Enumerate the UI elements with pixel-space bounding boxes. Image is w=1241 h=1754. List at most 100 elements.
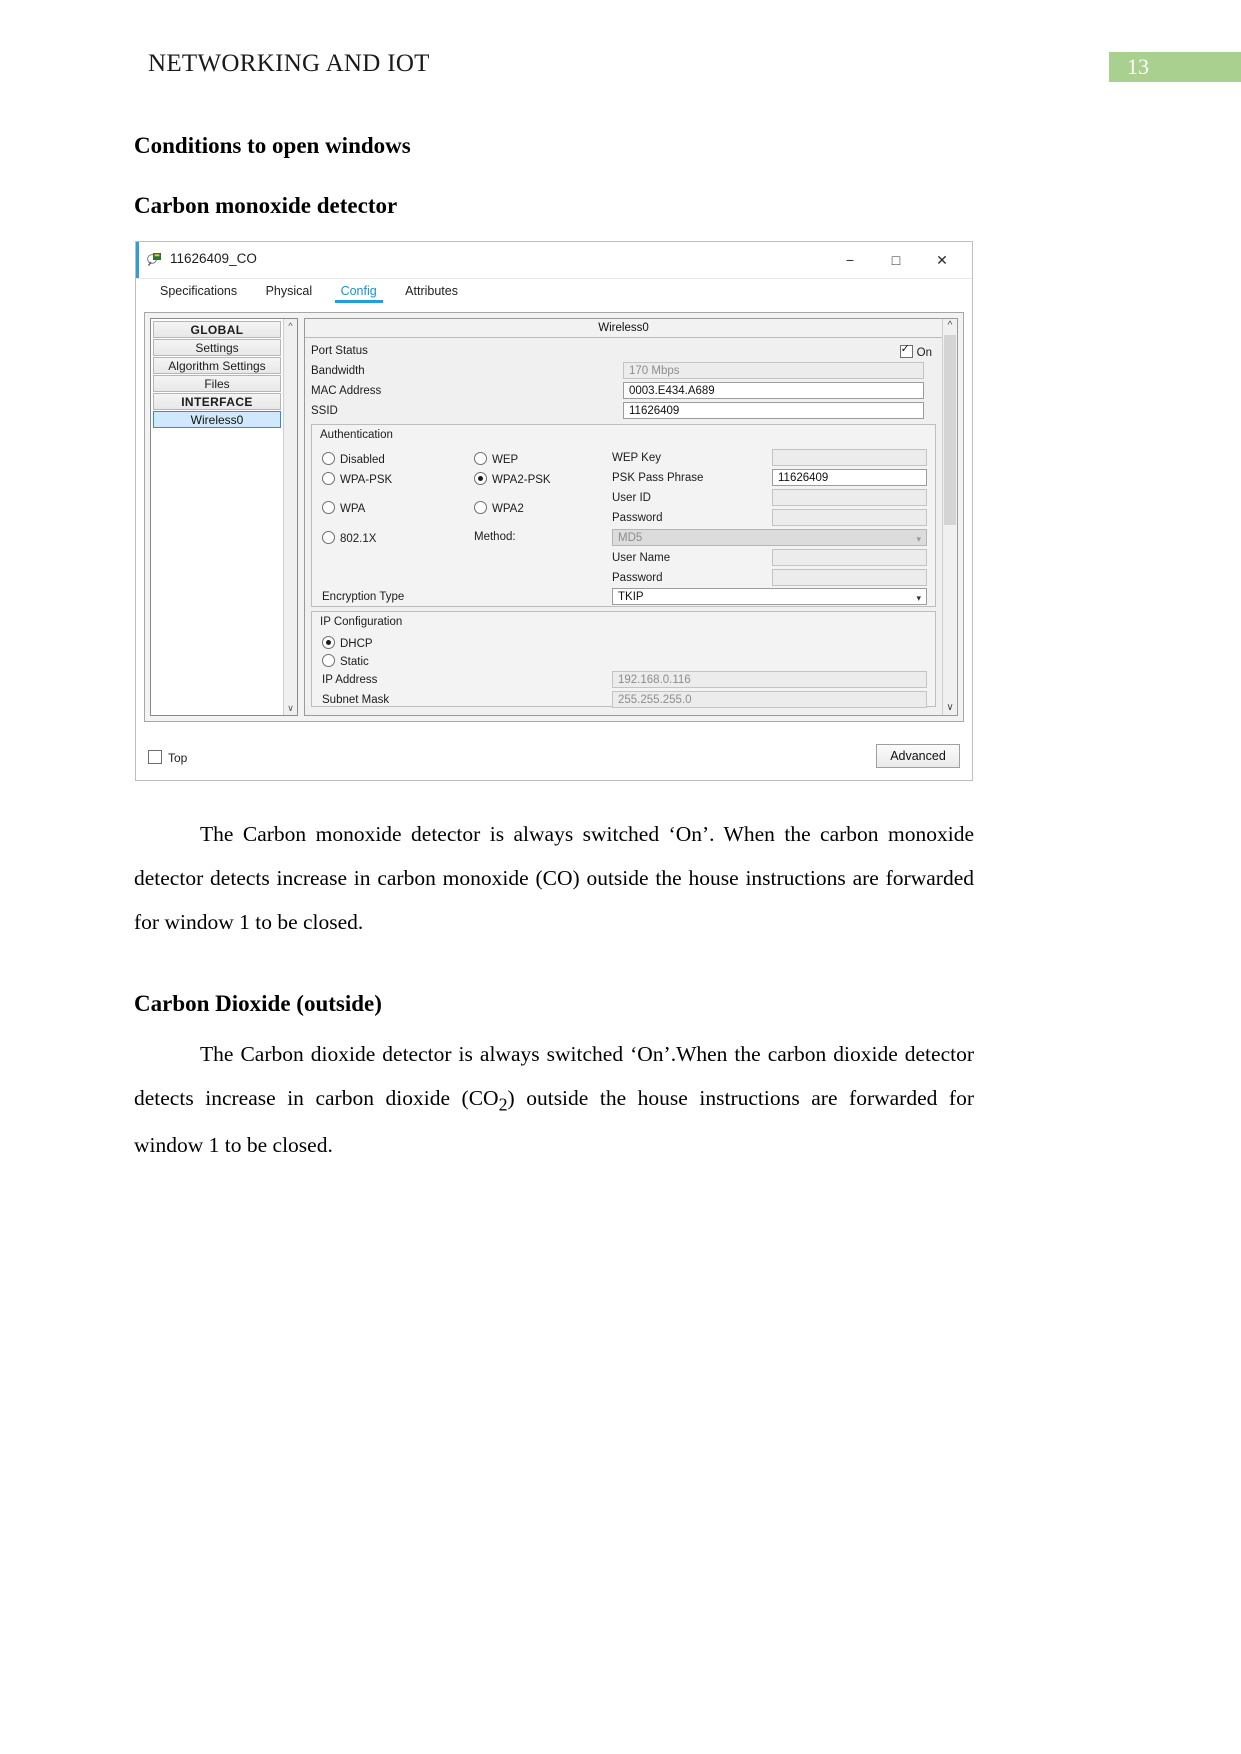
radio-8021x-label: 802.1X bbox=[340, 533, 377, 545]
chevron-up-icon[interactable]: ^ bbox=[284, 320, 297, 332]
label-subnet-mask: Subnet Mask bbox=[322, 694, 390, 706]
radio-wpa2-psk[interactable]: WPA2-PSK bbox=[474, 472, 551, 486]
panel-header-wireless0: Wireless0 bbox=[305, 319, 942, 338]
tab-physical[interactable]: Physical bbox=[254, 279, 325, 301]
subheading-carbon-monoxide: Carbon monoxide detector bbox=[134, 193, 398, 218]
tab-config[interactable]: Config bbox=[329, 279, 389, 303]
ip-configuration-group: IP Configuration DHCP Static IP Address … bbox=[311, 611, 936, 708]
radio-icon-selected bbox=[322, 636, 335, 649]
radio-icon bbox=[322, 531, 335, 544]
label-bandwidth: Bandwidth bbox=[311, 365, 365, 377]
method-dropdown[interactable]: MD5 ▾ bbox=[612, 529, 927, 546]
method-dropdown-value: MD5 bbox=[618, 532, 643, 544]
row-mac-address: MAC Address 0003.E434.A689 bbox=[305, 382, 942, 402]
radio-wpa2[interactable]: WPA2 bbox=[474, 501, 524, 515]
chevron-down-icon[interactable]: ∨ bbox=[943, 701, 957, 715]
mac-address-input[interactable]: 0003.E434.A689 bbox=[623, 382, 924, 399]
page-title: Conditions to open windows bbox=[134, 133, 411, 158]
co2-subscript: 2 bbox=[498, 1094, 508, 1115]
label-wep-key: WEP Key bbox=[612, 452, 661, 464]
radio-wep[interactable]: WEP bbox=[474, 452, 518, 466]
subheading-carbon-dioxide: Carbon Dioxide (outside) bbox=[134, 991, 382, 1016]
interface-settings-panel: Wireless0 Port Status On Bandwidth 170 M… bbox=[304, 318, 958, 716]
paragraph-carbon-dioxide-block: The Carbon dioxide detector is always sw… bbox=[134, 1032, 974, 1167]
section-heading-block: Conditions to open windows bbox=[134, 132, 979, 160]
packet-tracer-icon bbox=[147, 251, 163, 267]
label-password-eap: Password bbox=[612, 572, 663, 584]
sidebar-group-global: GLOBAL bbox=[153, 321, 281, 338]
window-footer: Top Advanced bbox=[144, 742, 964, 774]
label-ip-address: IP Address bbox=[322, 674, 378, 686]
chevron-down-icon[interactable]: ∨ bbox=[284, 702, 297, 714]
authentication-group: Authentication Disabled WEP WPA-PSK WPA2… bbox=[311, 424, 936, 607]
subnet-mask-input[interactable]: 255.255.255.0 bbox=[612, 691, 927, 708]
row-bandwidth: Bandwidth 170 Mbps bbox=[305, 362, 942, 382]
advanced-button[interactable]: Advanced bbox=[876, 744, 960, 768]
window-title: 11626409_CO bbox=[170, 251, 257, 266]
top-checkbox-label: Top bbox=[168, 751, 188, 765]
checkbox-icon bbox=[899, 342, 913, 358]
user-name-input[interactable] bbox=[772, 549, 927, 566]
radio-wpa2-psk-label: WPA2-PSK bbox=[492, 474, 551, 486]
label-user-id: User ID bbox=[612, 492, 651, 504]
radio-icon bbox=[474, 452, 487, 465]
scrollbar-thumb[interactable] bbox=[944, 335, 956, 525]
panel-scrollbar[interactable]: ^ ∨ bbox=[942, 319, 957, 715]
minimize-button[interactable]: − bbox=[828, 242, 872, 278]
radio-8021x[interactable]: 802.1X bbox=[322, 531, 376, 545]
radio-static[interactable]: Static bbox=[322, 654, 369, 668]
port-status-on-checkbox[interactable]: On bbox=[899, 342, 932, 359]
ip-address-input[interactable]: 192.168.0.116 bbox=[612, 671, 927, 688]
user-id-input[interactable] bbox=[772, 489, 927, 506]
sidebar-item-wireless0[interactable]: Wireless0 bbox=[153, 411, 281, 428]
packet-tracer-window: 11626409_CO − □ ✕ Specifications Physica… bbox=[135, 241, 973, 781]
label-psk-pass-phrase: PSK Pass Phrase bbox=[612, 472, 704, 484]
radio-icon-selected bbox=[474, 472, 487, 485]
radio-dhcp-label: DHCP bbox=[340, 638, 373, 650]
radio-wpa-label: WPA bbox=[340, 503, 366, 515]
radio-wpa[interactable]: WPA bbox=[322, 501, 365, 515]
interface-settings-content: Wireless0 Port Status On Bandwidth 170 M… bbox=[305, 319, 942, 715]
label-user-name: User Name bbox=[612, 552, 671, 564]
radio-icon bbox=[322, 472, 335, 485]
sidebar-item-settings[interactable]: Settings bbox=[153, 339, 281, 356]
label-mac-address: MAC Address bbox=[311, 385, 382, 397]
radio-wpa2-label: WPA2 bbox=[492, 503, 524, 515]
radio-disabled-label: Disabled bbox=[340, 454, 385, 466]
chevron-up-icon[interactable]: ^ bbox=[943, 319, 957, 333]
ssid-input[interactable]: 11626409 bbox=[623, 402, 924, 419]
radio-wpa-psk[interactable]: WPA-PSK bbox=[322, 472, 392, 486]
label-port-status: Port Status bbox=[311, 345, 368, 357]
sidebar-item-files[interactable]: Files bbox=[153, 375, 281, 392]
wep-key-input[interactable] bbox=[772, 449, 927, 466]
psk-pass-phrase-input[interactable]: 11626409 bbox=[772, 469, 927, 486]
radio-wep-label: WEP bbox=[492, 454, 519, 466]
top-checkbox[interactable]: Top bbox=[148, 750, 187, 765]
chevron-down-icon: ▾ bbox=[916, 534, 921, 544]
subsection-heading-block-2: Carbon Dioxide (outside) bbox=[134, 990, 979, 1018]
radio-icon bbox=[322, 501, 335, 514]
radio-disabled[interactable]: Disabled bbox=[322, 452, 385, 466]
config-sidebar: GLOBAL Settings Algorithm Settings Files… bbox=[150, 318, 298, 716]
row-port-status: Port Status On bbox=[305, 342, 942, 362]
checkbox-icon bbox=[148, 750, 162, 764]
sidebar-group-interface: INTERFACE bbox=[153, 393, 281, 410]
paragraph-carbon-monoxide-block: The Carbon monoxide detector is always s… bbox=[134, 812, 974, 944]
password-eap-input[interactable] bbox=[772, 569, 927, 586]
page-number-badge: 13 bbox=[1109, 52, 1241, 82]
sidebar-item-algorithm-settings[interactable]: Algorithm Settings bbox=[153, 357, 281, 374]
config-sidebar-list: GLOBAL Settings Algorithm Settings Files… bbox=[151, 319, 283, 715]
encryption-type-dropdown[interactable]: TKIP ▾ bbox=[612, 588, 927, 605]
label-authentication: Authentication bbox=[320, 429, 393, 441]
password-8021x-input[interactable] bbox=[772, 509, 927, 526]
tab-specifications[interactable]: Specifications bbox=[148, 279, 249, 301]
label-password-8021x: Password bbox=[612, 512, 663, 524]
radio-dhcp[interactable]: DHCP bbox=[322, 636, 373, 650]
tab-attributes[interactable]: Attributes bbox=[393, 279, 470, 301]
subsection-heading-block: Carbon monoxide detector bbox=[134, 192, 979, 220]
maximize-button[interactable]: □ bbox=[874, 242, 918, 278]
close-button[interactable]: ✕ bbox=[920, 242, 964, 278]
encryption-type-value: TKIP bbox=[618, 591, 644, 603]
sidebar-scrollbar[interactable]: ^ ∨ bbox=[283, 319, 297, 715]
label-ssid: SSID bbox=[311, 405, 338, 417]
